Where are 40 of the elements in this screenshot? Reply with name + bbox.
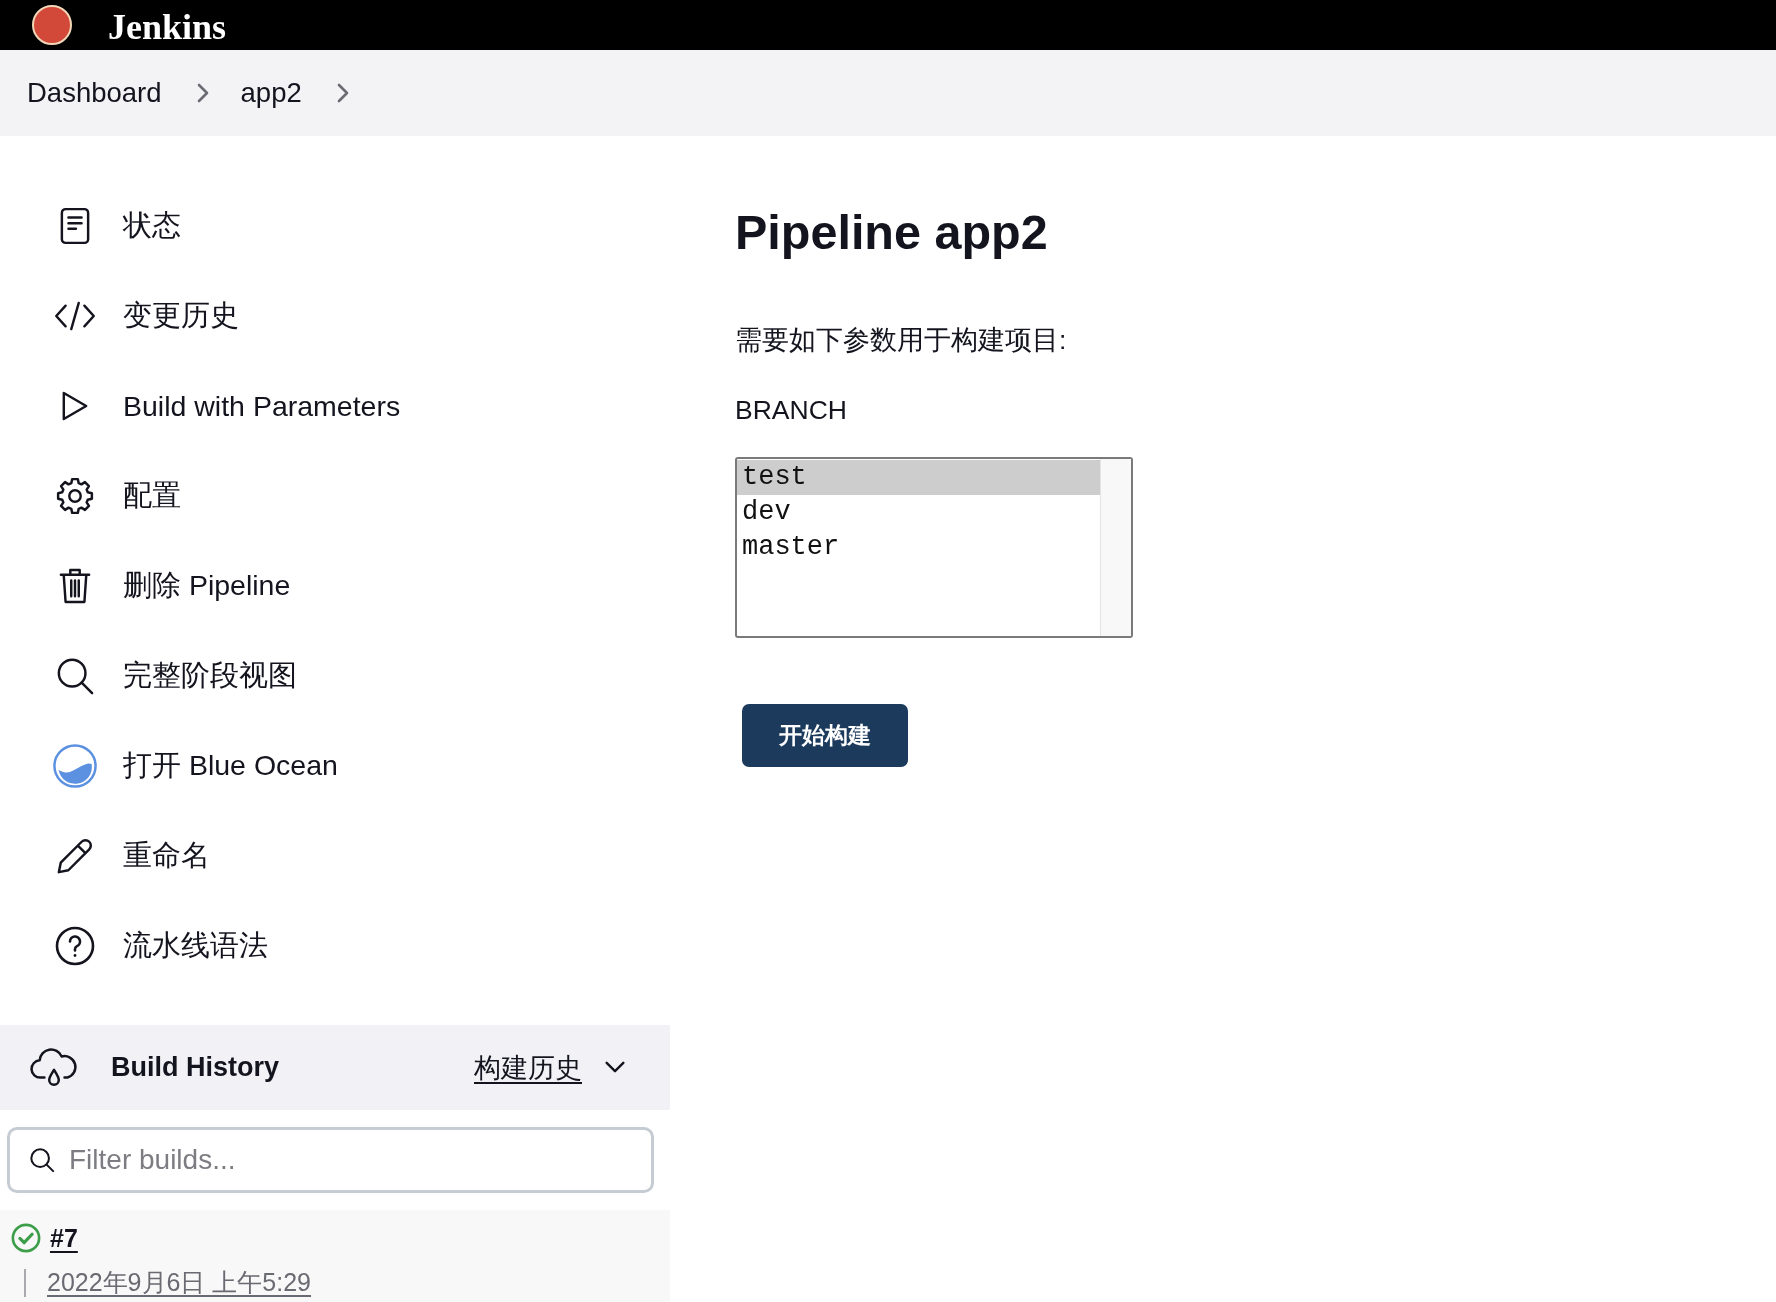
build-history-link[interactable]: 构建历史 [474, 1049, 582, 1086]
scrollbar-track[interactable] [1100, 459, 1131, 636]
sidebar-link[interactable]: 变更历史 [53, 297, 239, 335]
pencil-icon [56, 837, 94, 875]
logo-icon[interactable] [32, 5, 72, 45]
logo-wordmark[interactable]: Jenkins [108, 9, 227, 45]
search-icon [56, 657, 94, 695]
page-title: Pipeline app2 [735, 204, 1048, 261]
sidebar-link[interactable]: Build with Parameters [53, 389, 401, 423]
document-icon [60, 207, 90, 245]
trash-icon [59, 567, 91, 605]
build-number-link[interactable]: #7 [50, 1223, 78, 1253]
sidebar-link[interactable]: 删除 Pipeline [53, 567, 291, 605]
sidebar-link[interactable]: 流水线语法 [53, 926, 268, 966]
breadcrumb-link[interactable]: app2 [240, 77, 302, 109]
chevron-down-icon[interactable] [604, 1061, 626, 1074]
build-button[interactable]: 开始构建 [742, 704, 908, 767]
play-icon [61, 390, 89, 422]
chevron-right-icon[interactable] [336, 83, 349, 103]
listbox-option[interactable]: master [737, 530, 1100, 565]
sidebar-link[interactable]: 完整阶段视图 [53, 657, 297, 695]
sidebar-link[interactable]: 状态 [53, 207, 181, 245]
settings-icon [56, 477, 94, 515]
parameters-description: 需要如下参数用于构建项目: [735, 324, 1067, 357]
half-filled-circle-icon [53, 744, 97, 788]
options-listbox[interactable]: test dev master [735, 457, 1133, 638]
filter-builds-field[interactable]: Filter builds... [7, 1127, 654, 1193]
build-history-title: Build History [111, 1052, 279, 1083]
chevron-right-icon[interactable] [196, 83, 209, 103]
code-icon [54, 301, 96, 331]
parameter-name: BRANCH [735, 394, 847, 427]
sidebar-link[interactable]: 打开 Blue Ocean [53, 744, 338, 788]
listbox-option[interactable]: test [737, 460, 1100, 495]
build-date-link[interactable]: 2022年9月6日 上午5:29 [47, 1266, 312, 1299]
help-icon [55, 926, 95, 966]
breadcrumb-link[interactable]: Dashboard [27, 77, 162, 109]
sidebar-link[interactable]: 重命名 [53, 837, 210, 875]
listbox-option[interactable]: dev [737, 495, 1100, 530]
search-icon [29, 1147, 55, 1173]
sidebar-link[interactable]: 配置 [53, 477, 181, 515]
